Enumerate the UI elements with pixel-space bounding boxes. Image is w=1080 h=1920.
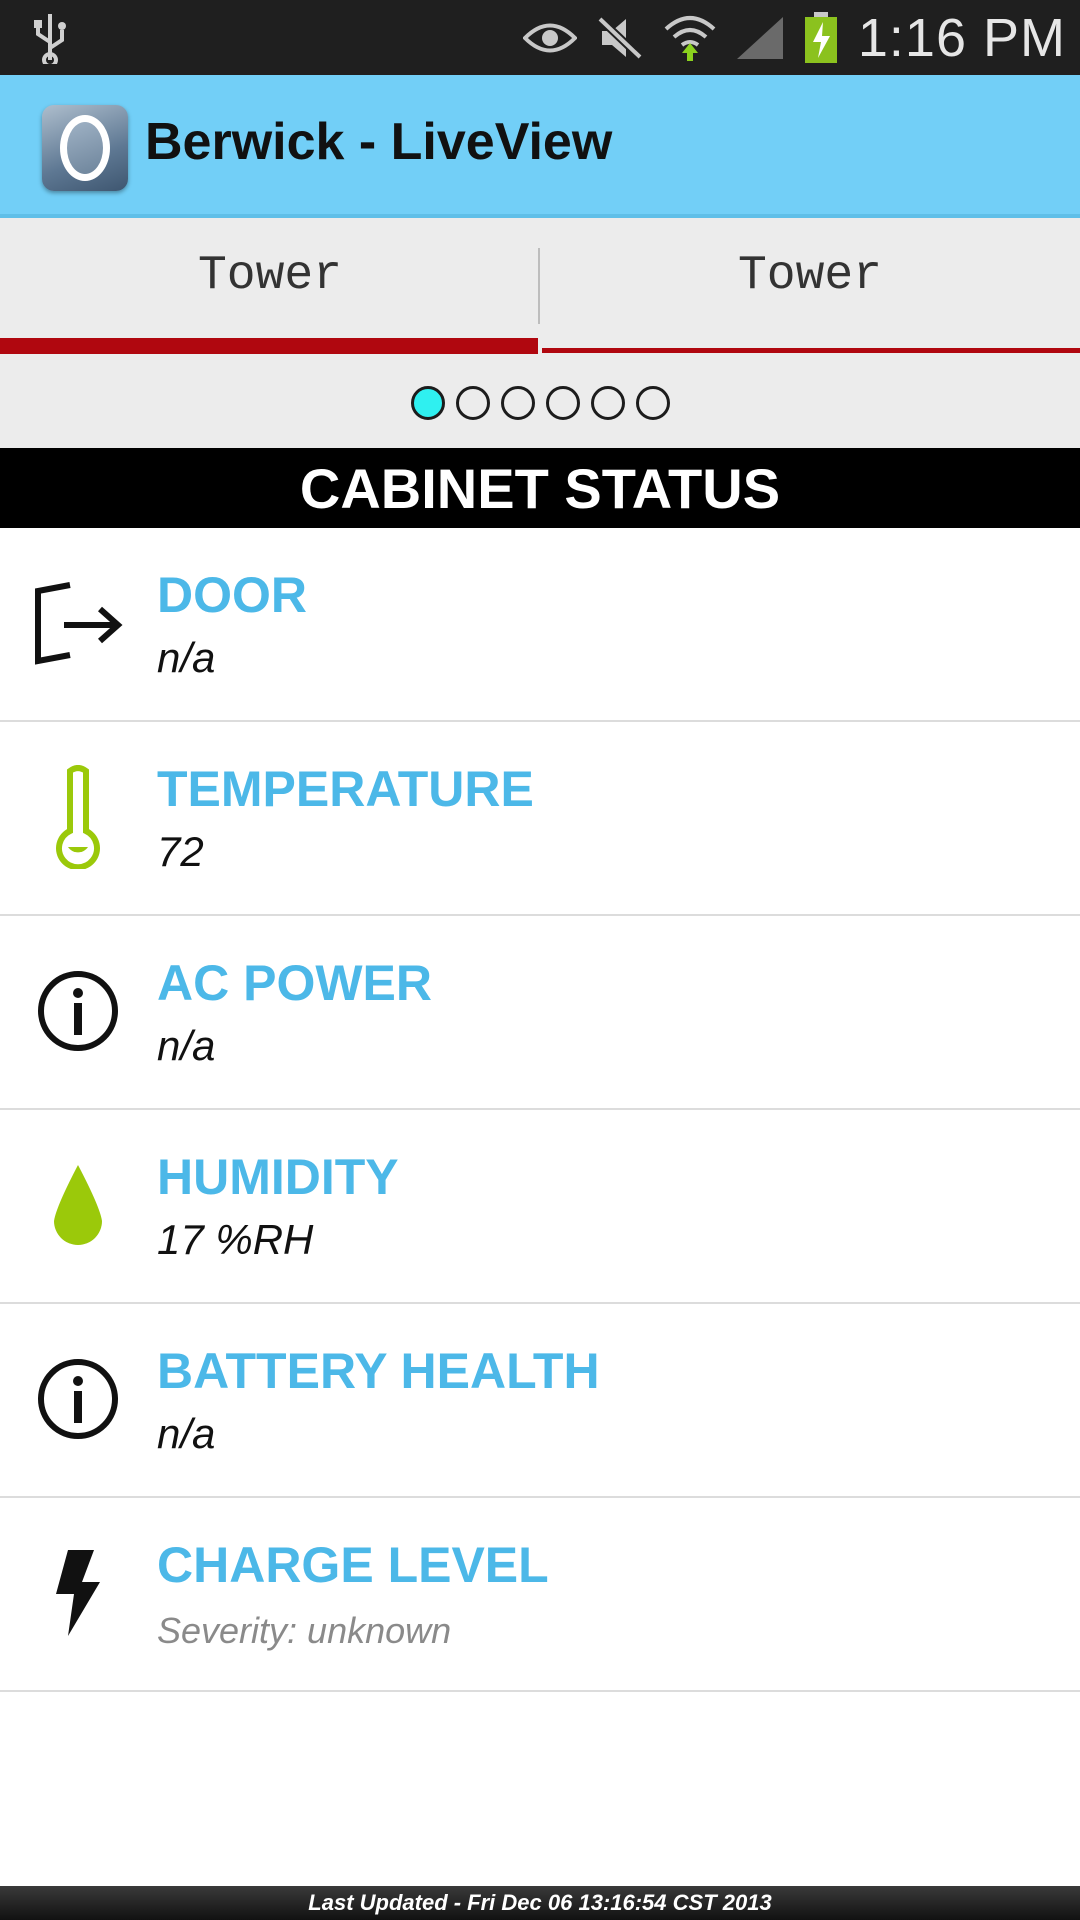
lightning-icon — [28, 1543, 128, 1643]
item-title: CHARGE LEVEL — [157, 1537, 549, 1593]
tab-tower-1[interactable]: Tower — [0, 218, 540, 358]
list-item-battery-health[interactable]: BATTERY HEALTH n/a — [0, 1304, 1080, 1498]
status-time: 1:16 PM — [857, 7, 1066, 68]
app-logo-icon[interactable] — [42, 105, 128, 191]
battery-charging-icon — [802, 11, 840, 63]
list-item-ac-power[interactable]: AC POWER n/a — [0, 916, 1080, 1110]
action-bar: Berwick - LiveView — [0, 75, 1080, 218]
info-icon — [28, 961, 128, 1061]
water-drop-icon — [28, 1155, 128, 1255]
item-value: n/a — [157, 1022, 216, 1069]
page-dot[interactable] — [635, 386, 670, 420]
active-tab-indicator — [0, 338, 538, 354]
item-title: AC POWER — [157, 955, 432, 1011]
page-indicator — [0, 358, 1080, 448]
item-value: 72 — [157, 828, 204, 875]
thermometer-icon — [28, 765, 128, 869]
item-title: BATTERY HEALTH — [157, 1343, 600, 1399]
mute-icon — [592, 13, 648, 63]
page-dot[interactable] — [590, 386, 625, 420]
info-icon — [28, 1349, 128, 1449]
page-dot[interactable] — [410, 386, 445, 420]
last-updated: Last Updated - Fri Dec 06 13:16:54 CST 2… — [0, 1886, 1080, 1920]
item-value: n/a — [157, 634, 216, 681]
item-severity: Severity: unknown — [157, 1610, 452, 1651]
inactive-tab-indicator — [542, 348, 1080, 353]
page-dot[interactable] — [500, 386, 535, 420]
status-list: DOOR n/a TEMPERATURE 72 AC POWER n/a HUM… — [0, 528, 1080, 1692]
wifi-icon — [662, 13, 718, 63]
tab-label: Tower — [737, 249, 883, 303]
signal-icon — [732, 13, 788, 63]
item-value: 17 %RH — [157, 1216, 314, 1263]
tab-tower-2[interactable]: Tower — [540, 218, 1080, 358]
tab-label: Tower — [197, 249, 343, 303]
item-title: DOOR — [157, 567, 307, 623]
page-dot[interactable] — [545, 386, 580, 420]
status-bar: 1:16 PM — [0, 0, 1080, 75]
tab-bar: Tower Tower — [0, 218, 1080, 358]
door-exit-icon — [28, 573, 128, 673]
list-item-temperature[interactable]: TEMPERATURE 72 — [0, 722, 1080, 916]
app-title: Berwick - LiveView — [145, 113, 613, 171]
eye-icon — [522, 13, 578, 63]
item-title: TEMPERATURE — [157, 761, 534, 817]
item-value: n/a — [157, 1410, 216, 1457]
list-item-humidity[interactable]: HUMIDITY 17 %RH — [0, 1110, 1080, 1304]
section-title: CABINET STATUS — [0, 448, 1080, 528]
list-item-door[interactable]: DOOR n/a — [0, 528, 1080, 722]
page-dot[interactable] — [455, 386, 490, 420]
item-title: HUMIDITY — [157, 1149, 399, 1205]
usb-icon — [34, 14, 66, 64]
list-item-charge-level[interactable]: CHARGE LEVEL Severity: unknown — [0, 1498, 1080, 1692]
